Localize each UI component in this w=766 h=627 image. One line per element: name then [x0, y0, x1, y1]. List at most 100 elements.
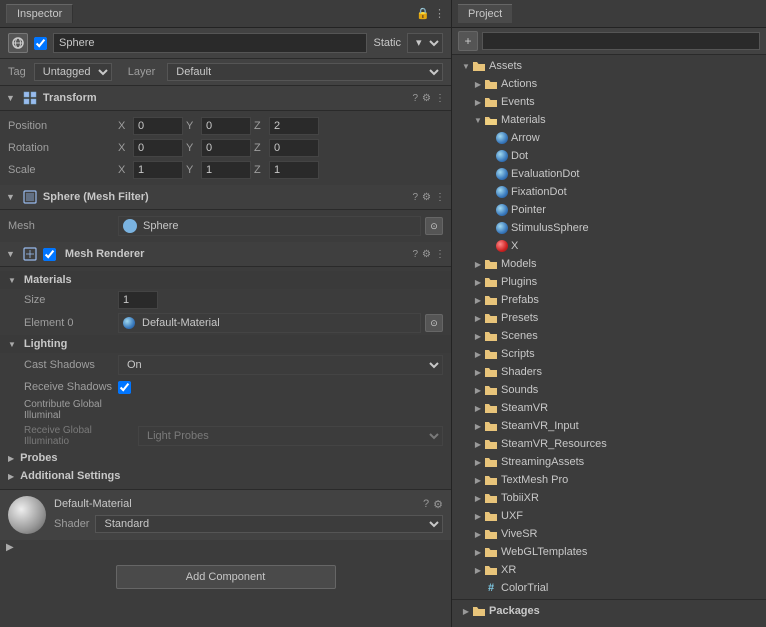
- tree-item-steamvr-input[interactable]: ▶ SteamVR_Input: [452, 417, 766, 435]
- tree-item-scenes[interactable]: ▶ Scenes: [452, 327, 766, 345]
- fixationdot-material-icon: [496, 186, 508, 198]
- tree-item-scripts[interactable]: ▶ Scripts: [452, 345, 766, 363]
- mesh-dropdown[interactable]: Sphere: [118, 216, 421, 236]
- webgl-chevron: ▶: [472, 548, 484, 557]
- plugins-label: Plugins: [501, 276, 537, 288]
- tree-item-x[interactable]: X: [452, 237, 766, 255]
- lighting-subsection-header[interactable]: ▼ Lighting: [0, 335, 451, 353]
- position-xyz: X Y Z: [118, 117, 443, 135]
- tree-item-evaluationdot[interactable]: EvaluationDot: [452, 165, 766, 183]
- scale-z-input[interactable]: [269, 161, 319, 179]
- tree-item-streaming[interactable]: ▶ StreamingAssets: [452, 453, 766, 471]
- rotation-z-input[interactable]: [269, 139, 319, 157]
- element0-field[interactable]: Default-Material: [118, 313, 421, 333]
- tree-item-fixationdot[interactable]: FixationDot: [452, 183, 766, 201]
- object-name-input[interactable]: [53, 33, 367, 53]
- tree-item-shaders[interactable]: ▶ Shaders: [452, 363, 766, 381]
- menu-icon[interactable]: ⋮: [434, 7, 445, 20]
- lock-icon[interactable]: 🔒: [416, 7, 430, 20]
- size-input[interactable]: [118, 291, 158, 309]
- tree-item-presets[interactable]: ▶ Presets: [452, 309, 766, 327]
- tree-item-packages[interactable]: ▶ Packages: [452, 602, 766, 620]
- materials-label: Materials: [501, 114, 546, 126]
- tree-item-vivesr[interactable]: ▶ ViveSR: [452, 525, 766, 543]
- cast-shadows-dropdown[interactable]: On Off Two Sided Shadows Only: [118, 355, 443, 375]
- material-menu-icon[interactable]: ⚙: [433, 498, 443, 511]
- project-tab[interactable]: Project: [458, 4, 512, 23]
- tree-item-xr[interactable]: ▶ XR: [452, 561, 766, 579]
- add-component-button[interactable]: Add Component: [116, 565, 336, 589]
- tree-item-uxf[interactable]: ▶ UXF: [452, 507, 766, 525]
- mesh-target-btn[interactable]: ⊙: [425, 217, 443, 235]
- mesh-filter-header[interactable]: ▼ Sphere (Mesh Filter) ? ⚙ ⋮: [0, 185, 451, 210]
- scenes-chevron: ▶: [472, 332, 484, 341]
- tree-item-materials[interactable]: ▼ Materials: [452, 111, 766, 129]
- layer-dropdown[interactable]: Default: [167, 63, 443, 81]
- materials-subsection-header[interactable]: ▼ Materials: [0, 271, 451, 289]
- shader-dropdown[interactable]: Standard: [95, 515, 443, 533]
- tree-item-actions[interactable]: ▶ Actions: [452, 75, 766, 93]
- tree-item-dot[interactable]: Dot: [452, 147, 766, 165]
- tree-item-textmesh[interactable]: ▶ TextMesh Pro: [452, 471, 766, 489]
- position-z-input[interactable]: [269, 117, 319, 135]
- project-search-input[interactable]: [482, 32, 760, 50]
- probes-group[interactable]: ▶ Probes: [0, 449, 451, 467]
- inspector-tab[interactable]: Inspector: [6, 4, 73, 23]
- scale-y-label: Y: [186, 164, 198, 176]
- tree-item-colortrial[interactable]: # ColorTrial: [452, 579, 766, 597]
- mesh-renderer-help-icon[interactable]: ?: [412, 249, 418, 260]
- additional-settings-group[interactable]: ▶ Additional Settings: [0, 467, 451, 485]
- tree-item-steamvr-resources[interactable]: ▶ SteamVR_Resources: [452, 435, 766, 453]
- tree-item-webgl[interactable]: ▶ WebGLTemplates: [452, 543, 766, 561]
- tree-item-models[interactable]: ▶ Models: [452, 255, 766, 273]
- cast-shadows-row: Cast Shadows On Off Two Sided Shadows On…: [0, 353, 451, 377]
- mesh-renderer-body: ▼ Materials Size Element 0 Default-Mater…: [0, 267, 451, 489]
- mesh-filter-settings-icon[interactable]: ⚙: [422, 192, 431, 203]
- tree-item-pointer[interactable]: Pointer: [452, 201, 766, 219]
- mesh-filter-menu-icon[interactable]: ⋮: [435, 192, 445, 203]
- tree-item-assets[interactable]: ▼ Assets: [452, 57, 766, 75]
- rotation-y-input[interactable]: [201, 139, 251, 157]
- mesh-label: Mesh: [8, 220, 118, 232]
- object-active-checkbox[interactable]: [34, 37, 47, 50]
- mesh-renderer-checkbox[interactable]: [43, 248, 56, 261]
- tree-item-events[interactable]: ▶ Events: [452, 93, 766, 111]
- transform-icon: [22, 90, 38, 106]
- transform-settings-icon[interactable]: ⚙: [422, 93, 431, 104]
- tree-item-prefabs[interactable]: ▶ Prefabs: [452, 291, 766, 309]
- tree-item-sounds[interactable]: ▶ Sounds: [452, 381, 766, 399]
- tree-item-tobiixr[interactable]: ▶ TobiiXR: [452, 489, 766, 507]
- receive-shadows-checkbox[interactable]: [118, 381, 131, 394]
- tree-item-arrow[interactable]: Arrow: [452, 129, 766, 147]
- mesh-value-field: Sphere ⊙: [118, 216, 443, 236]
- rotation-x-input[interactable]: [133, 139, 183, 157]
- tree-item-steamvr[interactable]: ▶ SteamVR: [452, 399, 766, 417]
- scale-y-input[interactable]: [201, 161, 251, 179]
- receive-gi-dropdown[interactable]: Light Probes: [138, 426, 443, 446]
- x-label: X: [511, 240, 518, 252]
- mesh-renderer-menu-icon[interactable]: ⋮: [435, 249, 445, 260]
- scale-x-input[interactable]: [133, 161, 183, 179]
- position-x-input[interactable]: [133, 117, 183, 135]
- expand-arrow[interactable]: ▶: [6, 542, 14, 553]
- plugins-folder-icon: [484, 275, 498, 289]
- tree-item-plugins[interactable]: ▶ Plugins: [452, 273, 766, 291]
- tree-item-stimulussphere[interactable]: StimulusSphere: [452, 219, 766, 237]
- mesh-renderer-header[interactable]: ▼ Mesh Renderer ? ⚙ ⋮: [0, 242, 451, 267]
- element0-target-btn[interactable]: ⊙: [425, 314, 443, 332]
- project-add-btn[interactable]: +: [458, 31, 478, 51]
- presets-label: Presets: [501, 312, 538, 324]
- mesh-filter-help-icon[interactable]: ?: [412, 192, 418, 203]
- material-help-icon[interactable]: ?: [423, 498, 429, 511]
- tag-dropdown[interactable]: Untagged: [34, 63, 112, 81]
- shaders-chevron: ▶: [472, 368, 484, 377]
- transform-header[interactable]: ▼ Transform ? ⚙ ⋮: [0, 86, 451, 111]
- position-y-input[interactable]: [201, 117, 251, 135]
- transform-body: Position X Y Z Rotation X Y Z: [0, 111, 451, 185]
- transform-help-icon[interactable]: ?: [412, 93, 418, 104]
- mesh-renderer-settings-icon[interactable]: ⚙: [422, 249, 431, 260]
- models-folder-icon: [484, 257, 498, 271]
- static-dropdown[interactable]: ▾: [407, 33, 443, 53]
- transform-menu-icon[interactable]: ⋮: [435, 93, 445, 104]
- contribute-gi-row: Contribute Global Illuminal: [0, 397, 451, 423]
